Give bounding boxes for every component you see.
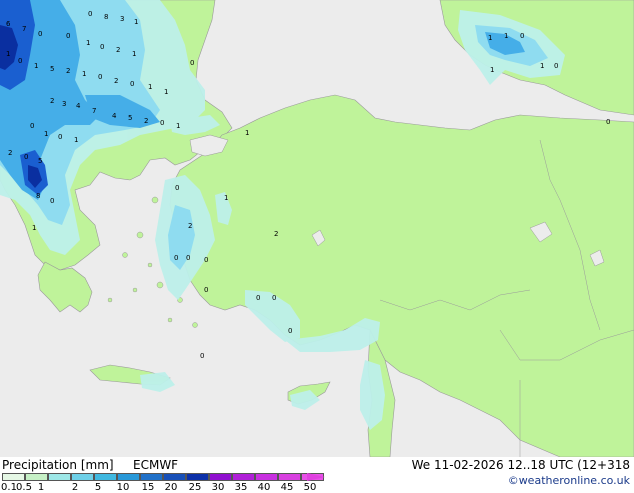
precip-value-label: 6 [6,20,11,28]
precip-value-label: 7 [92,107,96,115]
precip-value-label: 1 [74,136,78,144]
precip-value-label: 0 [66,32,70,40]
precip-value-label: 0 [272,294,276,302]
precip-value-label: 1 [488,34,492,42]
precip-value-label: 1 [134,18,138,26]
scale-tick-label: 50 [303,482,317,493]
precip-value-label: 8 [36,192,40,200]
scale-tick-label: 40 [257,482,271,493]
precip-value-label: 1 [504,32,508,40]
scale-arrow [307,473,325,481]
scale-tick-label: 45 [280,482,294,493]
precip-value-label: 1 [44,130,48,138]
precip-value-label: 1 [490,66,494,74]
precip-value-label: 7 [22,25,26,33]
precip-value-label: 0 [256,294,260,302]
scale-swatch [25,473,48,481]
precip-value-label: 1 [82,70,86,78]
legend-footer: Precipitation [mm] ECMWF We 11-02-2026 1… [0,457,634,493]
precip-value-label: 3 [120,15,124,23]
scale-swatch [186,473,209,481]
credit-link[interactable]: ©weatheronline.co.uk [508,474,630,487]
scale-swatch [163,473,186,481]
scale-swatch [278,473,301,481]
precip-value-label: 1 [245,129,249,137]
precip-value-label: 4 [112,112,117,120]
precip-value-label: 1 [34,62,38,70]
precip-value-label: 0 [520,32,524,40]
precip-value-label: 1 [32,224,36,232]
scale-tick-label: 0.5 [16,482,32,493]
scale-tick-label: 2 [71,482,79,493]
precip-value-label: 8 [104,13,108,21]
scale-tick-label: 1 [37,482,45,493]
precip-value-label: 0 [174,254,178,262]
precip-value-label: 0 [58,133,62,141]
precip-value-label: 0 [554,62,558,70]
precip-value-label: 0 [88,10,92,18]
precip-value-label: 2 [116,46,120,54]
scale-tick-label: 10 [116,482,130,493]
precip-value-label: 5 [128,114,132,122]
precip-value-label: 1 [86,39,90,47]
precip-value-label: 0 [160,119,164,127]
scale-tick-label: 20 [164,482,178,493]
precip-value-label: 0 [288,327,292,335]
precip-value-label: 1 [224,194,228,202]
forecast-datetime: We 11-02-2026 12..18 UTC (12+318 [411,458,630,472]
precip-value-label: 2 [144,117,148,125]
scale-swatch [48,473,71,481]
precip-value-label: 1 [540,62,544,70]
precip-value-label: 0 [50,197,54,205]
precip-value-label: 2 [274,230,278,238]
precip-value-label: 1 [164,88,168,96]
precip-value-label: 0 [204,256,208,264]
precip-value-label: 1 [176,122,180,130]
precip-value-label: 0 [200,352,204,360]
precip-value-label: 2 [114,77,118,85]
precip-value-label: 3 [62,100,66,108]
precip-value-label: 0 [30,122,34,130]
scale-swatch [117,473,140,481]
scale-tick-label: 35 [234,482,248,493]
scale-swatch [232,473,255,481]
scale-tick-label: 15 [141,482,155,493]
precip-value-label: 2 [8,149,12,157]
scale-swatch [209,473,232,481]
scale-tick-label: 25 [188,482,202,493]
scale-tick-labels: 0.1 0.5 1 2 5 10 15 20 25 30 35 40 45 50 [0,482,340,493]
model-name: ECMWF [133,458,179,472]
precip-value-label: 2 [66,67,70,75]
precip-value-label: 5 [50,65,54,73]
scale-tick-label: 30 [211,482,225,493]
precip-value-label: 1 [6,50,10,58]
precip-value-label: 0 [190,59,194,67]
precip-value-label: 0 [24,153,28,161]
precip-value-label: 2 [188,222,192,230]
scale-tick-label: 5 [94,482,102,493]
scale-swatch [94,473,117,481]
precipitation-map: 6700831101521020114520123470101205801010… [0,0,634,460]
scale-swatch [255,473,278,481]
scale-swatch [140,473,163,481]
precip-value-label: 0 [130,80,134,88]
precip-value-label: 0 [606,118,610,126]
scale-swatch [2,473,25,481]
scale-tick-label: 0.1 [1,482,17,493]
precip-value-label: 0 [175,184,179,192]
legend-title: Precipitation [mm] [2,458,114,472]
precip-value-label: 0 [100,43,104,51]
precip-value-label: 2 [50,97,54,105]
precip-value-label: 0 [38,30,42,38]
scale-swatch [71,473,94,481]
precip-value-label: 1 [132,50,136,58]
precip-value-label: 4 [76,102,81,110]
precip-value-label: 0 [98,73,102,81]
precip-value-label: 0 [204,286,208,294]
precip-value-label: 1 [148,83,152,91]
precip-value-label: 0 [18,57,22,65]
precip-value-label: 5 [38,157,42,165]
precip-value-label: 0 [186,254,190,262]
